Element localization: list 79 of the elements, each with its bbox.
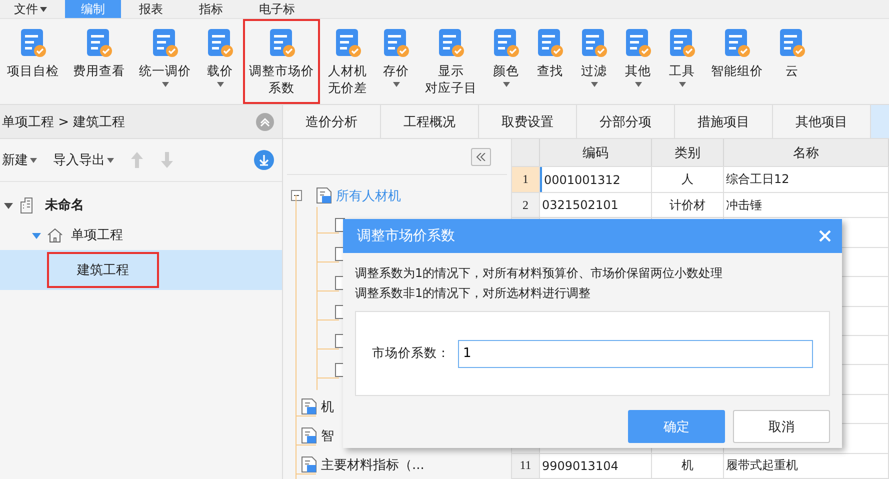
collapse-left-button[interactable] (471, 148, 491, 166)
document-icon (623, 27, 653, 59)
document-icon (491, 27, 521, 59)
document-icon (301, 427, 317, 444)
row-number: 1 (512, 167, 540, 192)
toolbar-button[interactable]: 云 (771, 19, 813, 104)
table-cell: 履带式起重机 (724, 454, 889, 478)
menu-item[interactable]: 报表 (121, 0, 181, 18)
document-icon (335, 218, 345, 232)
toolbar-button[interactable]: 显示 对应子目 (419, 19, 483, 104)
toolbar-button[interactable]: 统一调价 (133, 19, 197, 104)
breadcrumb: 单项工程 > 建筑工程 (2, 114, 126, 130)
toolbar-button[interactable]: 过滤 (573, 19, 615, 104)
toolbar-button[interactable]: 查找 (529, 19, 571, 104)
category-item[interactable]: 机 (321, 398, 334, 416)
toolbar-button[interactable]: 人材机 无价差 (322, 19, 373, 104)
tree-item-label[interactable]: 建筑工程 (47, 252, 159, 288)
row-number: 11 (512, 454, 540, 478)
document-icon (579, 27, 609, 59)
dialog-message: 调整系数为1的情况下，对所有材料预算价、市场价保留两位小数处理 调整系数非1的情况下，对所选材料进行调整 (355, 265, 724, 302)
tab[interactable]: 造价分析 (283, 105, 381, 138)
toolbar-button[interactable]: 项目自检 (1, 19, 65, 104)
toolbar-button[interactable]: 其他 (617, 19, 659, 104)
column-header: 类别 (652, 139, 724, 166)
menu-item[interactable]: 指标 (181, 0, 241, 18)
category-item[interactable]: 智 (321, 426, 334, 444)
tab[interactable]: 工程概况 (381, 105, 479, 138)
expand-caret-icon[interactable] (4, 200, 13, 210)
action-menu-button[interactable]: 导入导出 (53, 151, 114, 169)
toolbar-button[interactable]: 工具 (661, 19, 703, 104)
tab[interactable]: 其他项目 (773, 105, 871, 138)
row-number: 2 (512, 192, 540, 218)
document-icon (150, 27, 180, 59)
double-chevron-left-icon (476, 152, 486, 160)
column-header: 名称 (724, 139, 889, 166)
document-icon (381, 27, 411, 59)
document-icon (777, 27, 807, 59)
document-icon (301, 398, 317, 415)
tab[interactable]: 取费设置 (479, 105, 577, 138)
toolbar-button[interactable]: 载价 (199, 19, 241, 104)
document-icon (316, 187, 332, 204)
house-icon (47, 227, 63, 243)
menu-item[interactable]: 文件 (0, 0, 65, 18)
toolbar-button[interactable]: 费用查看 (67, 19, 131, 104)
document-icon (436, 27, 466, 59)
document-icon (535, 27, 565, 59)
field-label: 市场价系数： (372, 345, 450, 362)
menu-item[interactable]: 电子标 (241, 0, 313, 18)
document-icon (84, 27, 114, 59)
toolbar-button[interactable]: 颜色 (485, 19, 527, 104)
toolbar-button[interactable]: 存价 (375, 19, 417, 104)
tree-item-label[interactable]: 单项工程 (69, 224, 125, 246)
collapse-up-icon[interactable] (256, 112, 274, 130)
document-icon (18, 27, 48, 59)
document-icon (722, 27, 752, 59)
table-cell: 综合工日12 (724, 167, 889, 192)
expand-caret-icon[interactable] (32, 230, 41, 240)
category-item[interactable]: 主要材料指标（... (321, 456, 424, 474)
input-field[interactable]: 1 (458, 340, 813, 368)
close-icon[interactable] (818, 229, 832, 243)
table-cell: 0321502101 (540, 192, 652, 218)
tab[interactable]: 措施项目 (675, 105, 773, 138)
action-menu-button[interactable]: 新建 (2, 151, 37, 169)
dialog-button[interactable]: 取消 (733, 410, 830, 443)
document-icon (205, 27, 235, 59)
tree-item-highlight[interactable]: 建筑工程 (0, 250, 282, 290)
toolbar-button[interactable]: 智能组价 (705, 19, 769, 104)
download-icon[interactable] (254, 150, 274, 170)
toolbar-button[interactable]: 调整市场价 系数 (243, 19, 320, 104)
table-cell: 9909013104 (540, 454, 652, 478)
tab[interactable]: 分部分项 (577, 105, 675, 138)
document-icon (667, 27, 697, 59)
collapse-box-icon[interactable] (291, 190, 302, 201)
table-cell: 冲击锤 (724, 192, 889, 218)
tree-item-label[interactable]: 未命名 (43, 194, 86, 216)
document-icon (301, 456, 317, 473)
table-cell: 0001001312 (540, 167, 652, 192)
column-header: 编码 (540, 139, 652, 166)
dialog-title: 调整市场价系数 (357, 227, 455, 245)
